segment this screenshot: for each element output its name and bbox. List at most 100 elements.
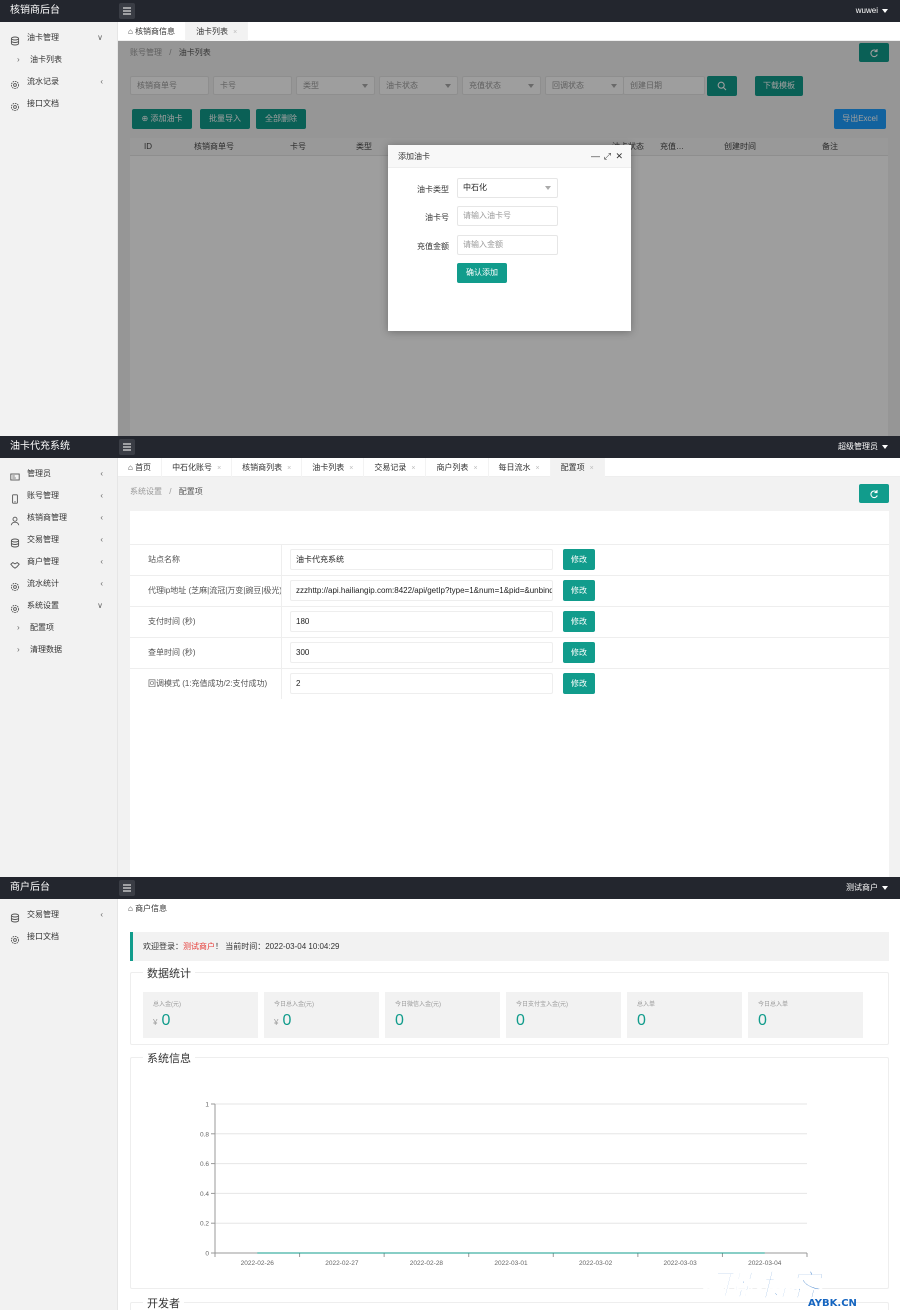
tab-close-icon[interactable]: × <box>536 465 540 472</box>
caret-down-icon <box>882 885 888 890</box>
user-menu[interactable]: 超级管理员 <box>838 436 888 458</box>
tab[interactable]: 中石化账号 × <box>162 458 233 477</box>
tab-close-icon[interactable]: × <box>287 465 291 472</box>
tab-bar: ⌂ 首页 中石化账号 × 核销商列表 × 油卡列表 × 交易记录 × 商户列表 × 每日流水 × 配置项 × <box>118 458 900 477</box>
menu-toggle-button[interactable] <box>119 439 135 455</box>
config-input[interactable]: zzzhttp://api.hailiangip.com:8422/api/ge… <box>290 580 553 601</box>
user-menu[interactable]: 测试商户 <box>846 877 888 899</box>
stat-number: 0 <box>516 1012 525 1029</box>
chevron-icon: ‹ <box>100 579 103 588</box>
stat-value: ¥0 <box>274 1012 291 1030</box>
tab-merchant-info[interactable]: ⌂ 商户信息 <box>118 899 177 918</box>
currency-symbol: ¥ <box>274 1018 279 1027</box>
x-tick-label: 2022-02-26 <box>241 1260 275 1267</box>
config-label: 代理ip地址 (芝麻|流冠|万变|豌豆|极光) <box>130 576 282 606</box>
config-input[interactable]: 300 <box>290 642 553 663</box>
confirm-add-button[interactable]: 确认添加 <box>457 263 507 283</box>
sidebar-item[interactable]: 系统设置 ∨ <box>0 595 117 617</box>
tab-label: 商户列表 <box>436 463 469 472</box>
sidebar-item[interactable]: 交易管理 ‹ <box>0 904 117 926</box>
brand-title: 油卡代充系统 <box>10 441 70 452</box>
tab[interactable]: 配置项 × <box>550 458 605 477</box>
sidebar-item-label: 流水统计 <box>27 579 59 588</box>
modify-button[interactable]: 修改 <box>563 642 595 663</box>
sidebar-item[interactable]: 交易管理 ‹ <box>0 529 117 551</box>
sidebar-item[interactable]: 管理员 ‹ <box>0 463 117 485</box>
modify-button[interactable]: 修改 <box>563 611 595 632</box>
user-menu[interactable]: wuwei <box>856 0 888 22</box>
sidebar-item[interactable]: 商户管理 ‹ <box>0 551 117 573</box>
tab-close-icon[interactable]: × <box>233 29 237 36</box>
stat-card: 今日微信入金(元) 0 <box>385 992 500 1038</box>
sidebar-item[interactable]: 核销商管理 ‹ <box>0 507 117 529</box>
config-label: 站点名称 <box>130 545 282 575</box>
stat-label: 总入单 <box>637 1002 656 1008</box>
maximize-icon[interactable]: ⤢ <box>604 145 611 168</box>
merchant-panel: 商户后台 测试商户 交易管理 ‹ 接口文档 ⌂ 商户信息 欢迎登录：测试商户！ 当前… <box>0 877 900 1310</box>
config-label: 支付时间 (秒) <box>130 607 282 637</box>
menu-icon <box>123 7 131 15</box>
tab-label: 配置项 <box>560 463 585 472</box>
stat-label: 今日总入金(元) <box>274 1002 314 1008</box>
card-no-input[interactable]: 请输入油卡号 <box>457 206 558 226</box>
tab[interactable]: 每日流水 × <box>489 458 551 477</box>
y-tick-label: 0.6 <box>200 1161 209 1168</box>
amount-input[interactable]: 请输入金额 <box>457 235 558 255</box>
caret-down-icon <box>882 8 888 13</box>
close-icon[interactable]: ✕ <box>615 145 623 168</box>
welcome-banner: 欢迎登录：测试商户！ 当前时间：2022-03-04 10:04:29 <box>130 932 889 961</box>
tab[interactable]: 核销商列表 × <box>232 458 303 477</box>
sidebar-item[interactable]: 油卡管理 ∨ <box>0 27 117 49</box>
tab-close-icon[interactable]: × <box>349 465 353 472</box>
add-card-dialog: 添加油卡 — ⤢ ✕ 油卡类型 中石化 油卡号 请输入油卡号 充值金额 请输入金… <box>388 145 631 331</box>
modify-button[interactable]: 修改 <box>563 673 595 694</box>
system-info-fieldset: 系统信息 0 0.2 0.4 0.6 0.8 1 2022-02-26 2022-02-27 2… <box>130 1050 889 1289</box>
y-tick-label: 1 <box>205 1102 209 1109</box>
tab[interactable]: 油卡列表 × <box>186 22 249 41</box>
tab[interactable]: 商户列表 × <box>426 458 489 477</box>
welcome-prefix: 欢迎登录： <box>143 942 183 951</box>
stats-title: 数据统计 <box>143 965 195 981</box>
modify-button[interactable]: 修改 <box>563 580 595 601</box>
modify-button[interactable]: 修改 <box>563 549 595 570</box>
stat-value: 0 <box>758 1012 767 1030</box>
sidebar-item[interactable]: 接口文档 <box>0 926 117 948</box>
config-input[interactable]: 油卡代充系统 <box>290 549 553 570</box>
refresh-button[interactable] <box>859 484 889 503</box>
menu-toggle-button[interactable] <box>119 3 135 19</box>
gear-icon <box>10 601 20 614</box>
tab-close-icon[interactable]: × <box>473 465 477 472</box>
user-name: 测试商户 <box>846 883 878 892</box>
sidebar-subitem[interactable]: 配置项 <box>0 617 117 639</box>
tab[interactable]: ⌂ 首页 <box>118 458 163 477</box>
tab-close-icon[interactable]: × <box>411 465 415 472</box>
tab-close-icon[interactable]: × <box>590 465 594 472</box>
welcome-user: 测试商户 <box>183 942 215 951</box>
tab-close-icon[interactable]: × <box>217 465 221 472</box>
sidebar-item[interactable]: 流水统计 ‹ <box>0 573 117 595</box>
config-row: 回调模式 (1:充值成功/2:支付成功) 2 修改 <box>130 668 889 699</box>
sidebar-item[interactable]: 流水记录 ‹ <box>0 71 117 93</box>
minimize-icon[interactable]: — <box>591 145 600 168</box>
sidebar-item-label: 接口文档 <box>27 932 59 941</box>
sidebar-item[interactable]: 账号管理 ‹ <box>0 485 117 507</box>
sidebar-item-label: 账号管理 <box>27 491 59 500</box>
sidebar-item[interactable]: 接口文档 <box>0 93 117 115</box>
tab[interactable]: ⌂ 核销商信息 <box>118 22 187 41</box>
brand-title: 商户后台 <box>10 882 50 893</box>
sidebar-subitem[interactable]: 清理数据 <box>0 639 117 661</box>
x-tick-label: 2022-03-02 <box>579 1260 613 1267</box>
card-type-select[interactable]: 中石化 <box>457 178 558 198</box>
breadcrumb-parent[interactable]: 系统设置 <box>130 487 162 496</box>
menu-toggle-button[interactable] <box>119 880 135 896</box>
stats-fieldset: 数据统计 总入金(元) ¥0 今日总入金(元) ¥0 今日微信入金(元) 0 今日支付宝入金… <box>130 965 889 1045</box>
stat-label: 总入金(元) <box>153 1002 181 1008</box>
stat-card: 今日总入金(元) ¥0 <box>264 992 379 1038</box>
config-input[interactable]: 2 <box>290 673 553 694</box>
tab[interactable]: 交易记录 × <box>364 458 427 477</box>
chevron-icon: ∨ <box>97 601 103 610</box>
config-input[interactable]: 180 <box>290 611 553 632</box>
breadcrumb-current: 配置项 <box>178 487 203 496</box>
sidebar-subitem[interactable]: 油卡列表 <box>0 49 117 71</box>
tab[interactable]: 油卡列表 × <box>302 458 365 477</box>
